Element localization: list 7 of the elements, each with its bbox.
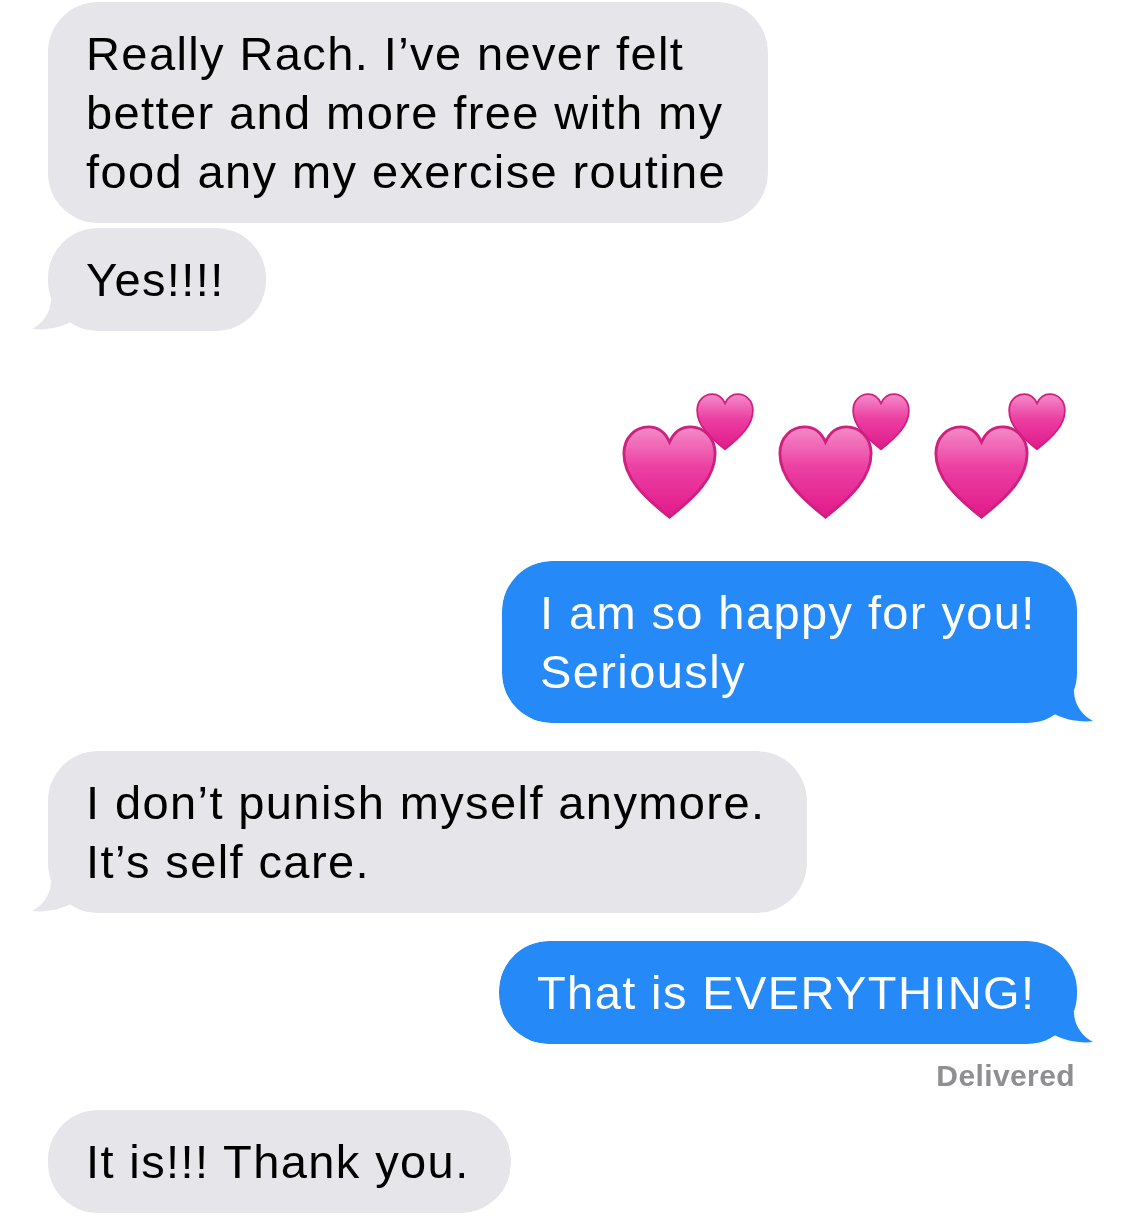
message-text: I am so happy for you! Seriously [540, 585, 1037, 700]
delivery-status: Delivered [936, 1058, 1075, 1094]
message-text: I don’t punish myself anymore. It’s self care. [86, 775, 767, 890]
message-text: Really Rach. I’ve never felt better and more free with my food any my exercise routine [86, 26, 728, 200]
message-text: It is!!! Thank you. [86, 1134, 471, 1190]
message-text: That is EVERYTHING! [537, 965, 1037, 1021]
message-text: Yes!!!! [86, 252, 226, 308]
